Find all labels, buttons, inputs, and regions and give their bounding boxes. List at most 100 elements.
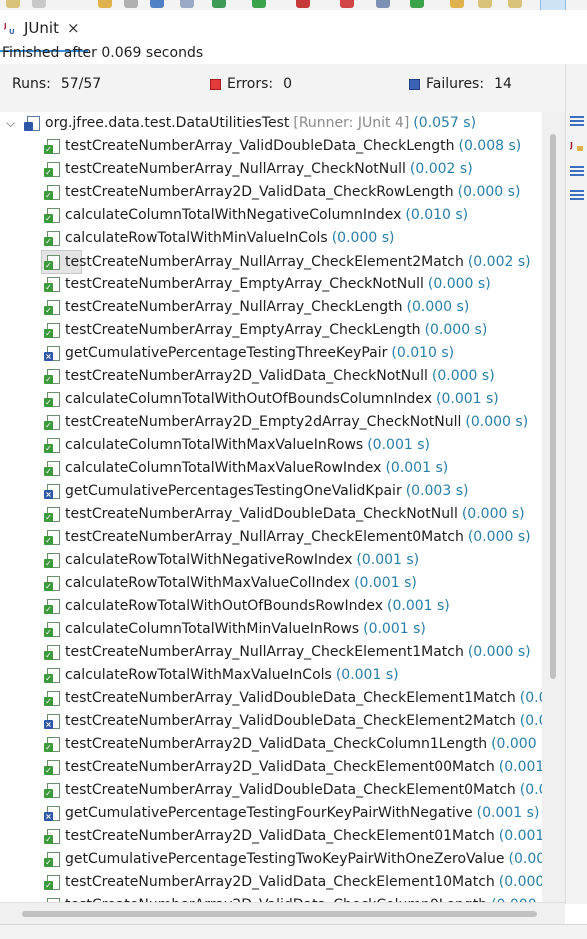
test-passed-icon: ✓ — [44, 138, 60, 154]
chevron-down-icon[interactable]: ⌵ — [6, 112, 15, 134]
test-name: getCumulativePercentagesTestingOneValidK… — [65, 483, 402, 499]
test-row[interactable]: ✓ testCreateNumberArray_NullArray_CheckEl… — [42, 526, 562, 548]
test-row[interactable]: ✓ calculateColumnTotalWithMaxValueRowInde… — [42, 457, 562, 479]
test-name: calculateRowTotalWithMaxValueInCols — [65, 667, 332, 683]
test-name: testCreateNumberArray_NullArray_CheckNot… — [65, 161, 406, 177]
suite-time: (0.057 s) — [413, 115, 477, 131]
test-row[interactable]: ✓ testCreateNumberArray_NullArray_CheckNo… — [42, 158, 562, 180]
test-time: (0.002 s) — [409, 161, 473, 177]
failures-value: 14 — [494, 76, 512, 92]
test-passed-icon: ✓ — [44, 299, 60, 315]
tab-junit[interactable]: J U JUnit × — [0, 14, 86, 42]
toolbar-icon[interactable] — [212, 0, 226, 8]
test-passed-icon: ✓ — [44, 506, 60, 522]
toolbar-icon[interactable] — [150, 0, 164, 8]
suite-row[interactable]: ⌵ org.jfree.data.test.DataUtilitiesTest[… — [0, 112, 545, 134]
toolbar-icon[interactable] — [124, 0, 138, 8]
test-row[interactable]: ✓ testCreateNumberArray_EmptyArray_CheckL… — [42, 319, 562, 341]
test-row[interactable]: × getCumulativePercentagesTestingOneValid… — [42, 480, 562, 502]
test-row[interactable]: ✓ testCreateNumberArray_ValidDoubleData_C… — [42, 779, 565, 801]
test-passed-icon: ✓ — [44, 230, 60, 246]
test-row[interactable]: ✓testCreateNumberArray2D_ValidData_Check… — [42, 365, 562, 387]
test-row[interactable]: ✓ getCumulativePercentageTestingTwoKeyPai… — [42, 848, 565, 870]
suite-runner: [Runner: JUnit 4] — [293, 115, 410, 131]
test-row[interactable]: × getCumulativePercentageTestingThreeKeyP… — [42, 342, 562, 364]
test-time: (0.000 s) — [467, 644, 531, 660]
toolbar-icon[interactable] — [376, 0, 390, 8]
test-row[interactable]: ✓ testCreateNumberArray2D_ValidData_Check… — [42, 871, 562, 893]
test-passed-icon: ✓ — [44, 667, 60, 683]
close-icon[interactable]: × — [67, 19, 80, 37]
test-row[interactable]: ✓ calculateColumnTotalWithNegativeColumnI… — [42, 204, 562, 226]
test-name: calculateColumnTotalWithOutOfBoundsColum… — [65, 391, 432, 407]
scrollbar-thumb[interactable] — [550, 134, 556, 679]
list-icon[interactable] — [570, 116, 584, 128]
toolbar-icon[interactable] — [478, 0, 492, 8]
test-row[interactable]: ✓ testCreateNumberArray_NullArray_CheckEl… — [42, 641, 562, 663]
toolbar-icon[interactable] — [252, 0, 266, 8]
test-row[interactable]: ✓testCreateNumberArray2D_ValidData_Check… — [42, 733, 562, 755]
toolbar-icon[interactable] — [180, 0, 194, 8]
test-row[interactable]: ✓ calculateRowTotalWithNegativeRowIndex (0… — [42, 549, 562, 571]
list-icon[interactable] — [570, 190, 584, 202]
toolbar-icon[interactable] — [6, 0, 20, 8]
test-failed-icon: × — [44, 483, 60, 499]
test-tree[interactable]: ⌵ org.jfree.data.test.DataUtilitiesTest[… — [0, 112, 565, 902]
test-row[interactable]: ✓ calculateRowTotalWithOutOfBoundsRowInde… — [42, 595, 562, 617]
test-row[interactable]: ✓ testCreateNumberArray_NullArray_CheckLe… — [42, 296, 562, 318]
vertical-scrollbar[interactable] — [542, 112, 565, 902]
test-row[interactable]: ✓ testCreateNumberArray_NullArray_CheckEl… — [41, 250, 531, 274]
test-name: testCreateNumberArray2D_ValidData_CheckE… — [65, 759, 495, 775]
test-row[interactable]: ✓ calculateColumnTotalWithOutOfBoundsColu… — [42, 388, 562, 410]
test-passed-icon: ✓ — [44, 322, 60, 338]
test-row[interactable]: ✓ testCreateNumberArray_ValidDoubleData_C… — [42, 503, 562, 525]
test-row[interactable]: ✓ calculateRowTotalWithMinValueInCols (0.0… — [42, 227, 562, 249]
toolbar-icon[interactable] — [32, 0, 46, 8]
test-row[interactable]: ✓ testCreateNumberArray_ValidDoubleData_C… — [42, 687, 565, 709]
test-name: testCreateNumberArray_NullArray_CheckLen… — [65, 299, 403, 315]
test-name: calculateRowTotalWithNegativeRowIndex — [65, 552, 353, 568]
toolbar-icon[interactable] — [410, 0, 424, 8]
test-suite-icon — [24, 115, 40, 131]
toolbar-icon[interactable] — [450, 0, 464, 8]
toolbar-icon[interactable] — [508, 0, 522, 8]
test-passed-icon: ✓ — [44, 851, 60, 867]
test-row[interactable]: ✓ calculateRowTotalWithMaxValueInCols (0.0… — [42, 664, 562, 686]
test-row[interactable]: × getCumulativePercentageTestingFourKeyPa… — [42, 802, 562, 824]
test-name: testCreateNumberArray_EmptyArray_CheckLe… — [65, 322, 421, 338]
test-passed-icon: ✓ — [44, 759, 60, 775]
horizontal-scrollbar[interactable] — [0, 902, 565, 925]
test-row[interactable]: ✓testCreateNumberArray2D_ValidData_Check… — [42, 894, 562, 902]
test-time: (0.001 s) — [387, 598, 450, 614]
test-time: (0.010 s) — [405, 207, 469, 223]
test-row[interactable]: ✓ calculateRowTotalWithMaxValueColIndex (0… — [42, 572, 562, 594]
toolbar-toggle-selected[interactable] — [540, 0, 566, 10]
junit-small-icon[interactable]: J — [569, 140, 584, 152]
failures-counter: Failures: 14 — [409, 76, 512, 92]
test-row[interactable]: ✓testCreateNumberArray2D_ValidData_Check… — [42, 181, 562, 203]
test-name: getCumulativePercentageTestingTwoKeyPair… — [65, 851, 505, 867]
toolbar-icon[interactable] — [296, 0, 310, 8]
toolbar-icon[interactable] — [98, 0, 112, 8]
scrollbar-thumb[interactable] — [22, 911, 537, 917]
test-row[interactable]: ✓ testCreateNumberArray2D_ValidData_Check… — [42, 756, 562, 778]
test-name: testCreateNumberArray2D_ValidData_CheckE… — [65, 874, 495, 890]
test-name: getCumulativePercentageTestingThreeKeyPa… — [65, 345, 388, 361]
test-name: calculateRowTotalWithMaxValueColIndex — [65, 575, 351, 591]
test-row[interactable]: × testCreateNumberArray_ValidDoubleData_C… — [42, 710, 565, 732]
test-row[interactable]: ✓testCreateNumberArray2D_ValidData_Check… — [42, 825, 562, 847]
list-icon[interactable] — [570, 166, 584, 178]
test-row[interactable]: ✓ testCreateNumberArray_ValidDoubleData_C… — [42, 135, 562, 157]
test-name: testCreateNumberArray_ValidDoubleData_Ch… — [65, 506, 458, 522]
test-passed-icon: ✓ — [44, 207, 60, 223]
toolbar-icon[interactable] — [340, 0, 354, 8]
test-row[interactable]: ✓ testCreateNumberArray2D_Empty2dArray_Ch… — [42, 411, 562, 433]
test-row[interactable]: ✓ testCreateNumberArray_EmptyArray_CheckN… — [42, 273, 562, 295]
test-passed-icon: ✓ — [44, 874, 60, 890]
test-row[interactable]: ✓ calculateColumnTotalWithMaxValueInRows(… — [42, 434, 562, 456]
test-time: (0.001 s) — [385, 460, 449, 476]
test-passed-icon: ✓ — [44, 414, 60, 430]
test-name: calculateColumnTotalWithMinValueInRows — [65, 621, 360, 637]
test-row[interactable]: ✓ calculateColumnTotalWithMinValueInRows(… — [42, 618, 562, 640]
run-status-text: Finished after 0.069 seconds — [2, 45, 204, 61]
